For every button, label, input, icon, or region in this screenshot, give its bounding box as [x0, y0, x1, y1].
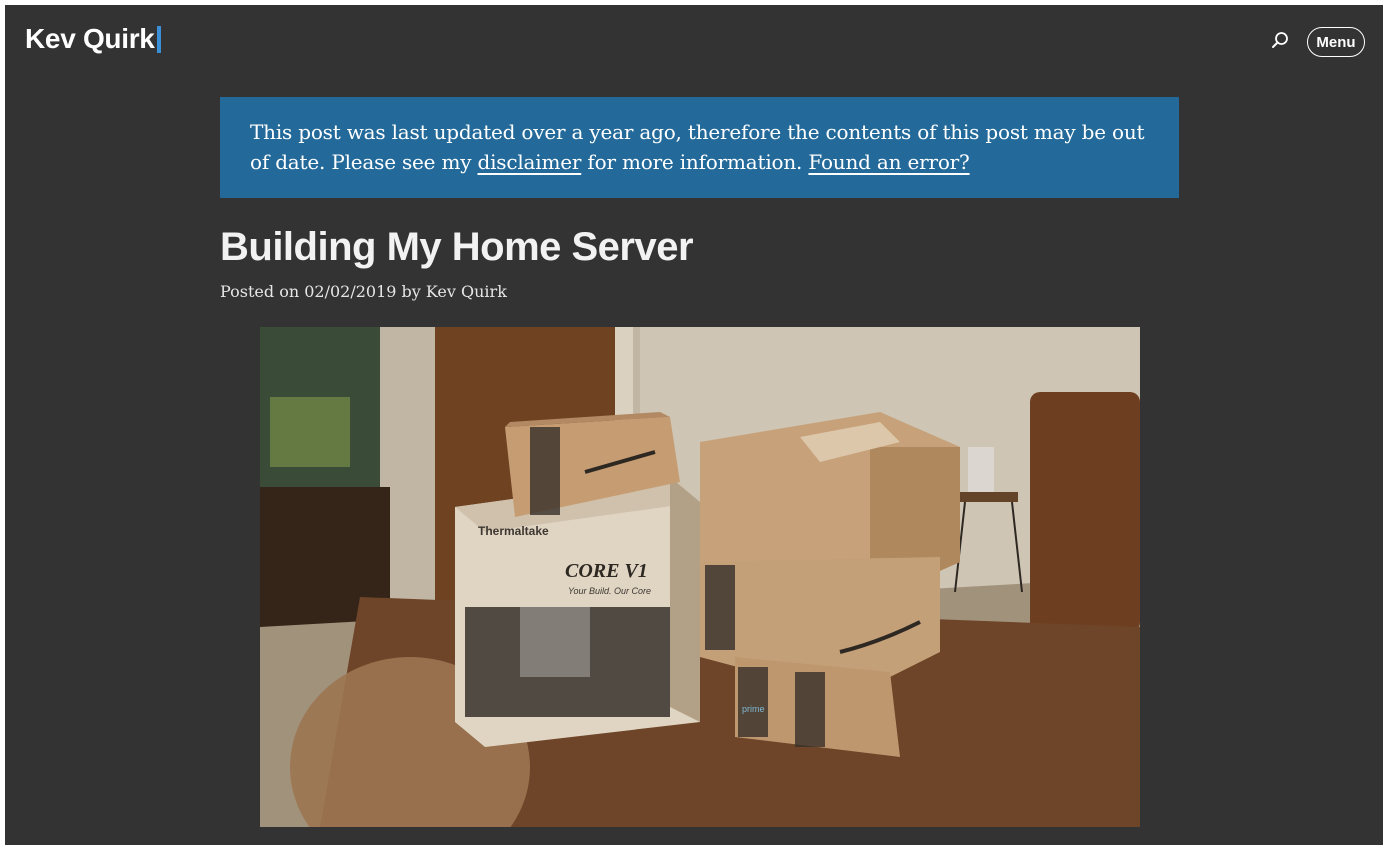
featured-image: Thermaltake CORE V1 Your Build. Our Core…	[260, 327, 1140, 827]
disclaimer-link[interactable]: disclaimer	[478, 150, 582, 174]
post-date: 02/02/2019	[304, 282, 397, 301]
post-author: Kev Quirk	[425, 282, 507, 301]
search-button[interactable]	[1269, 29, 1291, 51]
site-title-link[interactable]: Kev Quirk	[25, 23, 161, 55]
post-title: Building My Home Server	[220, 225, 694, 269]
search-icon	[1272, 32, 1288, 48]
notice-text-middle: for more information.	[581, 150, 809, 174]
post-meta: Posted on 02/02/2019 by Kev Quirk	[220, 282, 507, 301]
meta-by: by	[396, 282, 426, 301]
meta-prefix: Posted on	[220, 282, 305, 301]
menu-button[interactable]: Menu	[1307, 27, 1365, 57]
found-error-link[interactable]: Found an error?	[808, 150, 969, 174]
site-title: Kev Quirk	[25, 23, 155, 54]
outdated-post-notice: This post was last updated over a year a…	[220, 97, 1179, 198]
title-cursor-accent	[156, 25, 161, 53]
featured-image-illustration: Thermaltake CORE V1 Your Build. Our Core…	[260, 327, 1140, 827]
page-frame: Kev Quirk Menu This post was last update…	[5, 5, 1383, 845]
